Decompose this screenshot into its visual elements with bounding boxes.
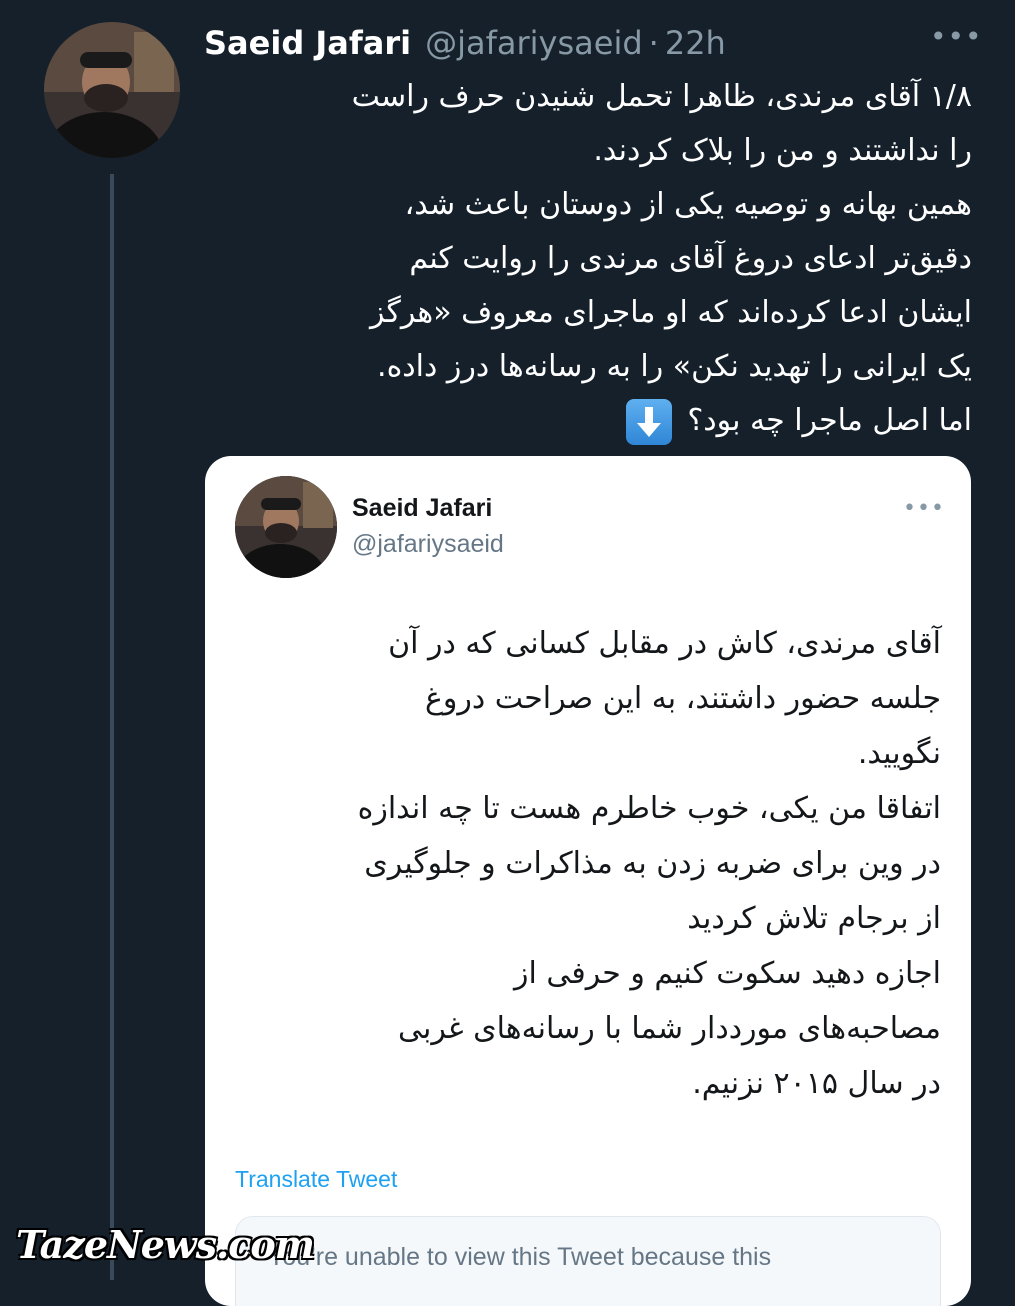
site-watermark: TazeNews.com [16, 1222, 315, 1267]
tweet-text-line: ۱/۸ آقای مرندی، ظاهرا تحمل شنیدن حرف راس… [351, 79, 972, 114]
tweet-header: Saeid Jafari @jafariysaeid · 22h [204, 20, 984, 66]
quoted-text-line: از برجام تلاش کردید [687, 901, 941, 936]
down-arrow-emoji-icon [625, 398, 672, 445]
quoted-text-line: اجازه دهید سکوت کنیم و حرفی از [514, 956, 941, 991]
tweet-text-line: ایشان ادعا کرده‌اند که او ماجرای معروف «… [369, 295, 972, 330]
tweet-text-line: دقیق‌تر ادعای دروغ آقای مرندی را روایت ک… [409, 241, 972, 276]
quoted-tweet-text: آقای مرندی، کاش در مقابل کسانی که در آن … [235, 616, 941, 1111]
thread-connector [110, 174, 114, 1280]
author-handle[interactable]: @jafariysaeid [425, 24, 643, 62]
author-name[interactable]: Saeid Jafari [204, 24, 411, 62]
quoted-tweet-card[interactable]: Saeid Jafari @jafariysaeid ••• آقای مرند… [205, 456, 971, 1306]
quoted-text-line: در وین برای ضربه زدن به مذاکرات و جلوگیر… [364, 846, 941, 881]
tweet-text-line: یک ایرانی را تهدید نکن» را به رسانه‌ها د… [377, 349, 972, 384]
quoted-text-line: در سال ۲۰۱۵ نزنیم. [692, 1066, 941, 1101]
tweet-text-line-last: اما اصل ماجرا چه بود؟ [200, 394, 972, 448]
quoted-more-options-icon[interactable]: ••• [903, 496, 945, 521]
quoted-author-name[interactable]: Saeid Jafari [352, 494, 492, 523]
tweet-text-line: همین بهانه و توصیه یکی از دوستان باعث شد… [404, 187, 972, 222]
quoted-text-line: اتفاقا من یکی، خوب خاطرم هست تا چه انداز… [357, 791, 941, 826]
quoted-author-avatar[interactable] [235, 476, 337, 578]
tweet-text-line: اما اصل ماجرا چه بود؟ [687, 403, 972, 438]
unavailable-notice-text: You’re unable to view this Tweet because… [268, 1243, 772, 1271]
quoted-author-handle[interactable]: @jafariysaeid [352, 530, 504, 559]
author-avatar[interactable] [44, 22, 180, 158]
quoted-text-line: نگویید. [857, 736, 941, 771]
unavailable-tweet-notice: You’re unable to view this Tweet because… [235, 1216, 941, 1306]
quoted-text-line: آقای مرندی، کاش در مقابل کسانی که در آن [388, 626, 941, 661]
translate-tweet-link[interactable]: Translate Tweet [235, 1166, 397, 1193]
tweet-text-line: را نداشتند و من را بلاک کردند. [593, 133, 972, 168]
quoted-text-line: جلسه حضور داشتند، به این صراحت دروغ [424, 681, 941, 716]
quoted-text-line: مصاحبه‌های مورددار شما با رسانه‌های غربی [398, 1011, 941, 1046]
tweet-text: ۱/۸ آقای مرندی، ظاهرا تحمل شنیدن حرف راس… [200, 70, 972, 448]
more-options-icon[interactable]: ••• [930, 22, 982, 58]
separator-dot: · [648, 24, 659, 62]
tweet-time[interactable]: 22h [665, 24, 726, 62]
